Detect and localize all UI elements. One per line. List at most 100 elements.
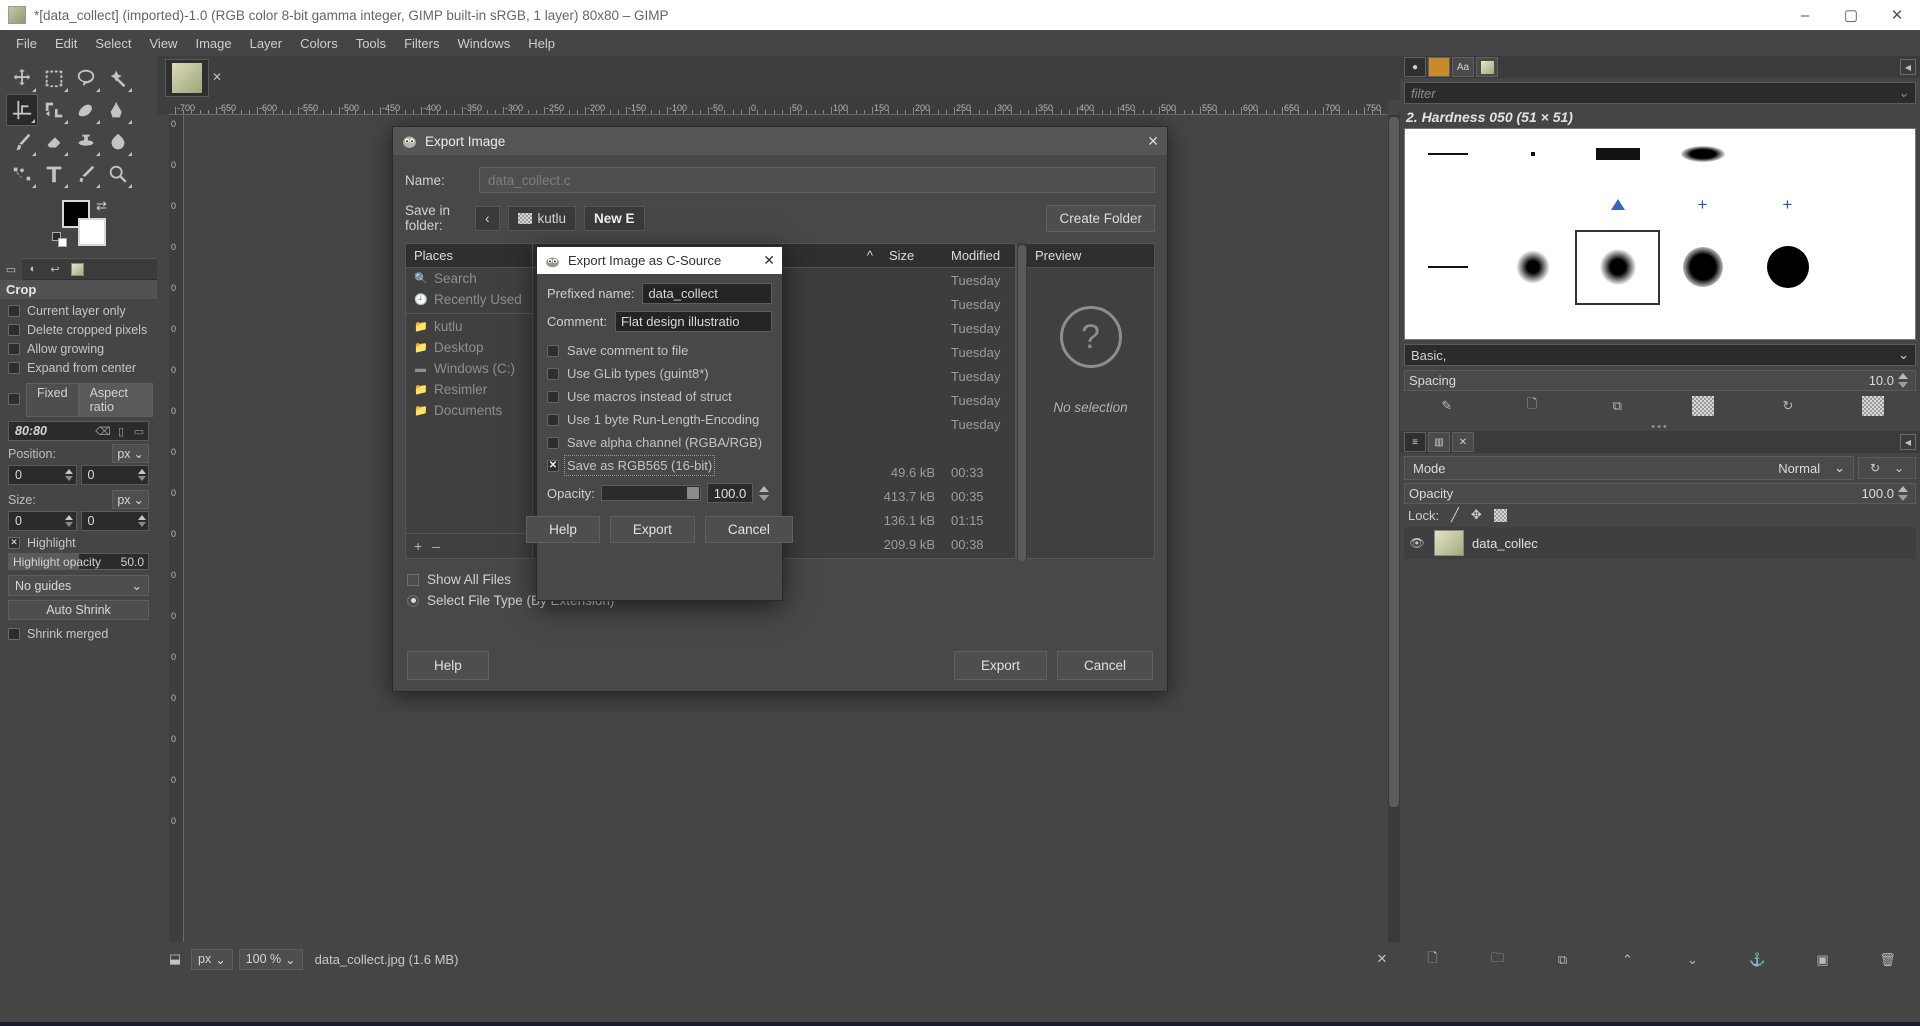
layer-visibility-icon[interactable]: 👁	[1408, 536, 1426, 550]
brush-cell[interactable]	[1490, 305, 1575, 339]
menu-filters[interactable]: Filters	[396, 33, 447, 54]
brush-cell[interactable]	[1405, 230, 1490, 306]
aspect-ratio-button[interactable]: Aspect ratio	[78, 383, 153, 417]
maximize-button[interactable]: ▢	[1828, 0, 1874, 30]
close-icon[interactable]: ✕	[212, 70, 222, 84]
crop-tool[interactable]	[6, 94, 38, 126]
edit-brush-icon[interactable]: ✎	[1436, 396, 1458, 416]
breadcrumb-new-e[interactable]: New E	[584, 205, 645, 231]
fuzzy-select-tool[interactable]	[102, 62, 134, 94]
place-item-kutlu[interactable]: 📁 kutlu	[406, 313, 532, 337]
move-tool[interactable]	[6, 62, 38, 94]
tab-images[interactable]	[1476, 57, 1498, 77]
canvas-vertical-scrollbar[interactable]	[1388, 115, 1400, 942]
chevron-down-icon[interactable]: ⌄	[1898, 85, 1909, 101]
tab-gradients[interactable]	[1428, 57, 1450, 77]
delete-brush-icon[interactable]	[1691, 396, 1714, 416]
new-group-icon[interactable]: 🗀	[1488, 950, 1508, 970]
lower-layer-icon[interactable]: ⌄	[1683, 950, 1703, 970]
tab-device-status[interactable]: ◐	[22, 258, 44, 280]
csource-option-3[interactable]: Use 1 byte Run-Length-Encoding	[547, 408, 772, 431]
size-h-stepper[interactable]	[135, 515, 148, 527]
comment-input[interactable]: Flat design illustratio	[614, 311, 772, 332]
place-item-windows-c[interactable]: ▬ Windows (C:)	[406, 358, 532, 379]
add-place-button[interactable]: +	[414, 538, 422, 554]
menu-edit[interactable]: Edit	[47, 33, 85, 54]
brush-set-select[interactable]: Basic, ⌄	[1404, 344, 1916, 366]
opacity-value[interactable]: 100.0	[707, 483, 753, 503]
crop-option-2[interactable]: Allow growing	[4, 339, 153, 358]
menu-colors[interactable]: Colors	[292, 33, 346, 54]
tab-images[interactable]	[66, 258, 88, 280]
quick-mask-icon[interactable]: ⬓	[165, 949, 185, 969]
place-item-recently-used[interactable]: 🕘 Recently Used	[406, 289, 532, 310]
close-button[interactable]: ✕	[1874, 0, 1920, 30]
scroll-thumb[interactable]	[1389, 117, 1399, 807]
csource-option-0[interactable]: Save comment to file	[547, 339, 772, 362]
place-item-desktop[interactable]: 📁 Desktop	[406, 337, 532, 358]
delete-layer-icon[interactable]: 🗑	[1878, 950, 1898, 970]
select-file-type-radio[interactable]	[407, 594, 419, 607]
brush-cell[interactable]	[1660, 230, 1745, 306]
smudge-tool[interactable]	[102, 126, 134, 158]
fixed-checkbox[interactable]	[8, 392, 20, 405]
crop-option-checkbox[interactable]	[8, 323, 20, 336]
brush-cell[interactable]	[1745, 305, 1830, 339]
menu-view[interactable]: View	[142, 33, 186, 54]
opacity-stepper[interactable]	[759, 485, 772, 501]
dock-menu-icon[interactable]: ◀	[1900, 59, 1916, 75]
crop-option-0[interactable]: Current layer only	[4, 301, 153, 320]
zoom-select[interactable]: 100 % ⌄	[238, 948, 303, 970]
layer-mode-select[interactable]: Mode Normal ⌄	[1404, 456, 1854, 480]
remove-place-button[interactable]: –	[432, 538, 440, 554]
brush-cell[interactable]	[1490, 129, 1575, 179]
brush-filter-input[interactable]: filter ⌄	[1404, 82, 1916, 104]
clear-icon[interactable]: ⌫	[94, 425, 112, 438]
prefixed-name-input[interactable]: data_collect	[642, 283, 772, 304]
spacing-row[interactable]: Spacing 10.0	[1404, 370, 1916, 391]
export-button[interactable]: Export	[609, 516, 695, 543]
brush-cell[interactable]	[1490, 230, 1575, 306]
auto-shrink-button[interactable]: Auto Shrink	[8, 600, 149, 620]
eraser-tool[interactable]	[38, 126, 70, 158]
create-folder-button[interactable]: Create Folder	[1046, 204, 1155, 232]
menu-help[interactable]: Help	[520, 33, 563, 54]
brush-cell[interactable]	[1405, 179, 1490, 230]
cancel-button[interactable]: Cancel	[704, 516, 793, 543]
lock-pixels-icon[interactable]: ╱	[1451, 507, 1459, 523]
layer-opacity-stepper[interactable]	[1898, 486, 1911, 501]
unit-select[interactable]: px ⌄	[191, 948, 233, 970]
minimize-button[interactable]: –	[1782, 0, 1828, 30]
new-layer-icon[interactable]: 🗋	[1423, 950, 1443, 970]
aspect-ratio-input[interactable]: 80:80 ⌫ ▯ ▭	[8, 421, 149, 441]
help-button[interactable]: Help	[526, 516, 600, 543]
text-tool[interactable]	[38, 158, 70, 190]
csource-option-checkbox[interactable]	[547, 390, 559, 403]
clone-tool[interactable]	[70, 126, 102, 158]
menu-windows[interactable]: Windows	[449, 33, 518, 54]
rect-select-tool[interactable]	[38, 62, 70, 94]
layers-menu-icon[interactable]: ◀	[1900, 434, 1916, 450]
place-item-search[interactable]: 🔍 Search	[406, 268, 532, 289]
gradient-tool[interactable]	[102, 94, 134, 126]
column-modified[interactable]: Modified	[943, 244, 1015, 267]
crop-option-checkbox[interactable]	[8, 342, 20, 355]
tab-paths[interactable]: ✕	[1452, 432, 1474, 452]
anchor-layer-icon[interactable]: ⚓	[1748, 950, 1768, 970]
help-button[interactable]: Help	[407, 650, 489, 680]
path-back-button[interactable]: ‹	[475, 205, 500, 231]
merge-down-icon[interactable]: ▣	[1813, 950, 1833, 970]
position-y-input[interactable]: 0	[80, 465, 149, 485]
spacing-stepper[interactable]	[1898, 373, 1911, 388]
export-button[interactable]: Export	[953, 650, 1047, 680]
crop-option-3[interactable]: Expand from center	[4, 358, 153, 377]
paintbrush-tool[interactable]	[6, 126, 38, 158]
crop-option-1[interactable]: Delete cropped pixels	[4, 320, 153, 339]
tab-undo-history[interactable]: ↩	[44, 258, 66, 280]
shrink-merged-checkbox[interactable]	[8, 627, 20, 640]
image-tab-data-collect[interactable]: ✕	[165, 59, 222, 97]
tab-fonts[interactable]: Aa	[1452, 57, 1474, 77]
highlight-option[interactable]: ✕ Highlight	[4, 533, 153, 552]
brush-cell[interactable]	[1830, 305, 1915, 339]
path-tool[interactable]	[6, 158, 38, 190]
